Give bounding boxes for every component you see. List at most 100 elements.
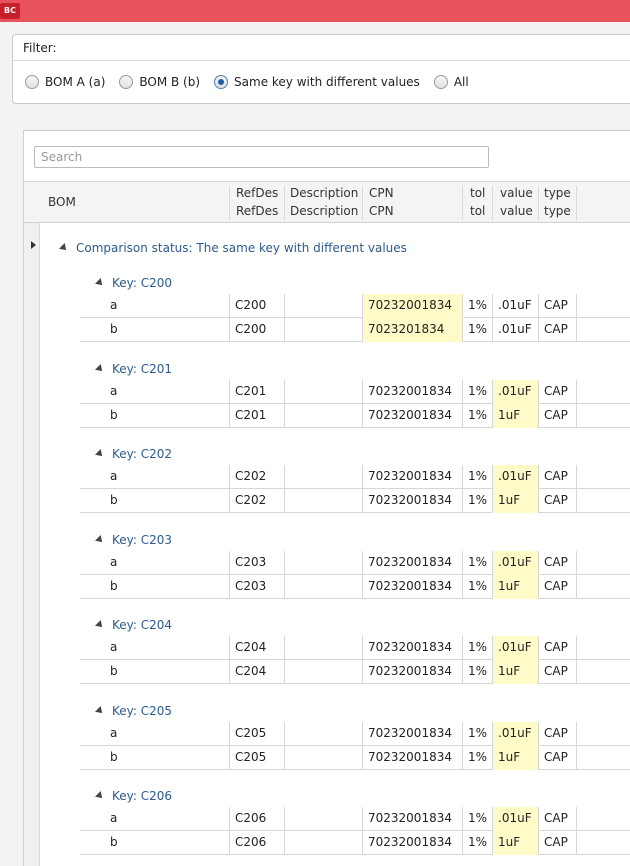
cell-cpn[interactable]: 70232001834 [362, 489, 462, 513]
table-row[interactable]: b C200 7023201834 1% .01uF CAP [80, 318, 630, 342]
cell-refdes[interactable]: C205 [229, 721, 284, 746]
cell-tol[interactable]: 1% [462, 831, 492, 855]
cell-value[interactable]: 1uF [492, 489, 538, 513]
search-input[interactable] [34, 146, 489, 168]
table-row[interactable]: b C201 70232001834 1% 1uF CAP [80, 403, 630, 428]
cell-bom[interactable]: b [80, 746, 229, 770]
cell-tol[interactable]: 1% [462, 489, 492, 513]
key-group-header[interactable]: Key: C204 [95, 618, 172, 632]
cell-cpn[interactable]: 7023201834 [362, 318, 462, 342]
cell-refdes[interactable]: C204 [229, 636, 284, 660]
cell-refdes[interactable]: C202 [229, 489, 284, 513]
cell-tol[interactable]: 1% [462, 807, 492, 831]
radio-bom-a[interactable]: BOM A (a) [25, 75, 105, 89]
cell-type[interactable]: CAP [538, 721, 576, 746]
cell-description[interactable] [284, 807, 362, 831]
cell-tol[interactable]: 1% [462, 379, 492, 404]
cell-value[interactable]: .01uF [492, 636, 538, 660]
key-group-header[interactable]: Key: C203 [95, 533, 172, 547]
cell-value[interactable]: 1uF [492, 574, 538, 599]
radio-all[interactable]: All [433, 75, 469, 89]
expand-triangle-icon[interactable] [95, 363, 105, 374]
cell-type[interactable]: CAP [538, 807, 576, 831]
cell-bom[interactable]: a [80, 294, 229, 318]
cell-value[interactable]: 1uF [492, 831, 538, 855]
cell-refdes[interactable]: C201 [229, 379, 284, 404]
expand-triangle-icon[interactable] [95, 278, 105, 288]
cell-type[interactable]: CAP [538, 831, 576, 855]
expand-triangle-icon[interactable] [95, 449, 105, 459]
table-row[interactable]: a C206 70232001834 1% .01uF CAP [80, 807, 630, 831]
cell-bom[interactable]: a [80, 722, 229, 746]
cell-value[interactable]: 1uF [492, 660, 538, 684]
table-row[interactable]: a C201 70232001834 1% .01uF CAP [80, 379, 630, 404]
cell-tol[interactable]: 1% [462, 318, 492, 342]
cell-bom[interactable]: b [80, 404, 229, 428]
cell-tol[interactable]: 1% [462, 721, 492, 746]
cell-type[interactable]: CAP [538, 294, 576, 318]
cell-bom[interactable]: b [80, 831, 229, 855]
cell-tol[interactable]: 1% [462, 550, 492, 575]
cell-cpn[interactable]: 70232001834 [362, 721, 462, 746]
cell-description[interactable] [284, 636, 362, 660]
cell-bom[interactable]: b [80, 318, 229, 342]
radio-same-key-diff-values[interactable]: Same key with different values [214, 75, 420, 89]
expand-triangle-icon[interactable] [95, 534, 105, 545]
radio-bom-a-circle[interactable] [25, 75, 39, 89]
cell-cpn[interactable]: 70232001834 [362, 636, 462, 660]
cell-type[interactable]: CAP [538, 489, 576, 513]
key-group-header[interactable]: Key: C205 [95, 704, 172, 718]
cell-bom[interactable]: a [80, 380, 229, 404]
radio-bom-b-circle[interactable] [119, 75, 134, 89]
cell-type[interactable]: CAP [538, 636, 576, 660]
cell-tol[interactable]: 1% [462, 745, 492, 770]
cell-description[interactable] [284, 379, 362, 404]
cell-cpn[interactable]: 70232001834 [362, 831, 462, 855]
table-row[interactable]: a C205 70232001834 1% .01uF CAP [80, 721, 630, 746]
cell-refdes[interactable]: C200 [229, 318, 284, 342]
cell-value[interactable]: .01uF [492, 465, 538, 489]
table-row[interactable]: b C202 70232001834 1% 1uF CAP [80, 489, 630, 513]
cell-cpn[interactable]: 70232001834 [362, 379, 462, 404]
expand-triangle-icon[interactable] [95, 791, 105, 801]
cell-bom[interactable]: a [80, 551, 229, 575]
cell-description[interactable] [284, 721, 362, 746]
cell-description[interactable] [284, 831, 362, 855]
cell-refdes[interactable]: C203 [229, 574, 284, 599]
key-group-header[interactable]: Key: C206 [95, 789, 172, 803]
cell-description[interactable] [284, 465, 362, 489]
cell-cpn[interactable]: 70232001834 [362, 550, 462, 575]
col-header-value[interactable]: value value [500, 184, 533, 220]
cell-refdes[interactable]: C206 [229, 807, 284, 831]
cell-refdes[interactable]: C203 [229, 550, 284, 575]
cell-cpn[interactable]: 70232001834 [362, 745, 462, 770]
cell-bom[interactable]: b [80, 489, 229, 513]
radio-all-circle[interactable] [433, 75, 448, 89]
cell-tol[interactable]: 1% [462, 574, 492, 599]
cell-value[interactable]: .01uF [492, 294, 538, 318]
table-row[interactable]: a C204 70232001834 1% .01uF CAP [80, 636, 630, 660]
cell-refdes[interactable]: C205 [229, 745, 284, 770]
table-row[interactable]: b C206 70232001834 1% 1uF CAP [80, 831, 630, 855]
expand-triangle-icon[interactable] [95, 620, 105, 630]
expand-triangle-icon[interactable] [59, 243, 69, 253]
cell-type[interactable]: CAP [538, 574, 576, 599]
expand-triangle-icon[interactable] [95, 705, 105, 716]
cell-refdes[interactable]: C201 [229, 403, 284, 428]
cell-tol[interactable]: 1% [462, 403, 492, 428]
cell-refdes[interactable]: C204 [229, 660, 284, 684]
cell-description[interactable] [284, 660, 362, 684]
table-row[interactable]: b C203 70232001834 1% 1uF CAP [80, 574, 630, 599]
cell-value[interactable]: 1uF [492, 745, 538, 770]
cell-description[interactable] [284, 318, 362, 342]
key-group-header[interactable]: Key: C200 [95, 276, 172, 290]
radio-same-key-diff-values-circle[interactable] [214, 75, 229, 89]
cell-bom[interactable]: b [80, 575, 229, 599]
cell-bom[interactable]: a [80, 636, 229, 660]
cell-description[interactable] [284, 745, 362, 770]
cell-description[interactable] [284, 489, 362, 513]
cell-value[interactable]: .01uF [492, 550, 538, 575]
cell-type[interactable]: CAP [538, 379, 576, 404]
cell-value[interactable]: .01uF [492, 807, 538, 831]
key-group-header[interactable]: Key: C202 [95, 447, 172, 461]
